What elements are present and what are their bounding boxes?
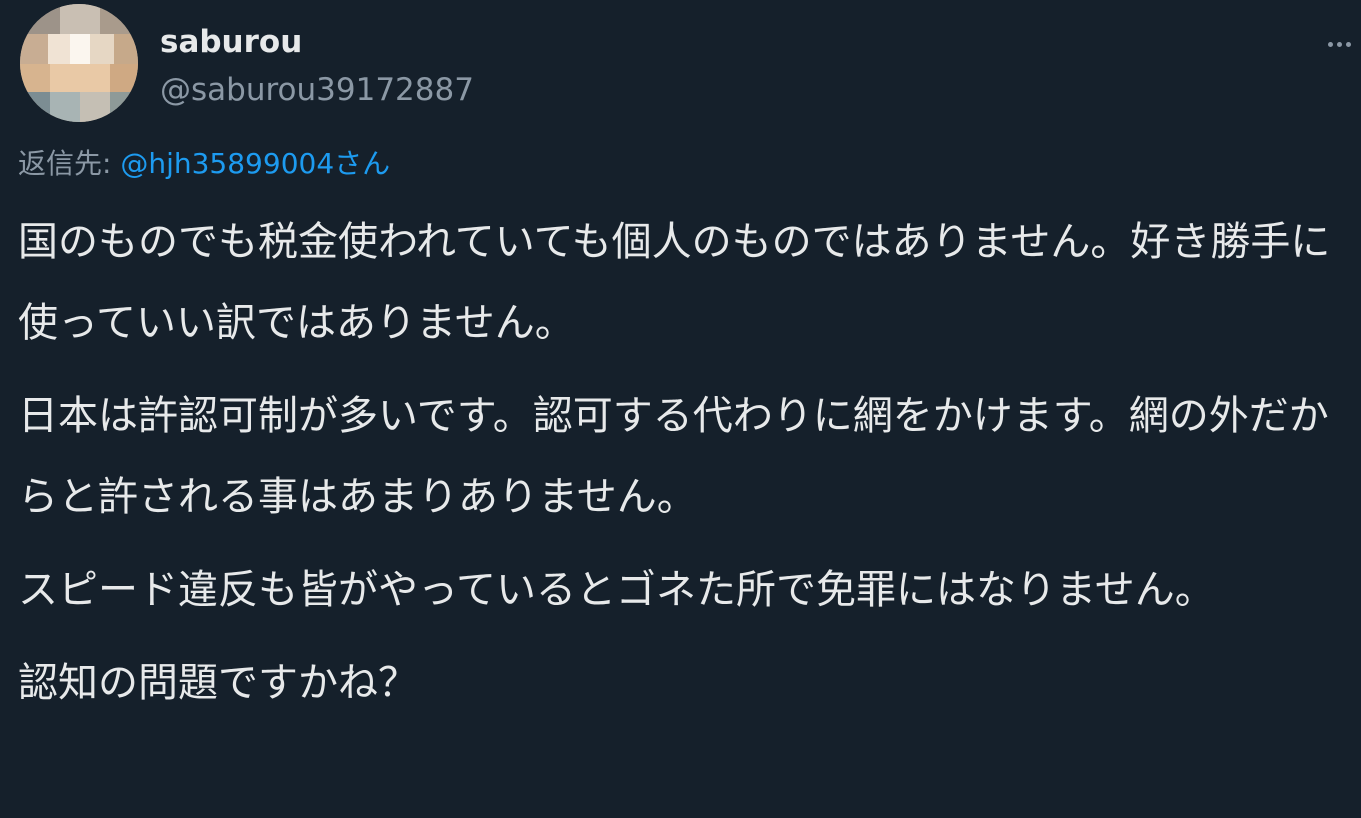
- post-paragraph: 国のものでも税金使われていても個人のものではありません。好き勝手に使っていい訳で…: [18, 219, 1331, 346]
- post-text: 国のものでも税金使われていても個人のものではありません。好き勝手に使っていい訳で…: [18, 202, 1348, 736]
- ellipsis-dot: [1327, 41, 1333, 47]
- ellipsis-icon[interactable]: [1318, 28, 1360, 60]
- author-handle[interactable]: @saburou39172887: [160, 70, 474, 110]
- post: saburou @saburou39172887 返信先: @hjh358990…: [0, 0, 1361, 818]
- reply-target-link[interactable]: @hjh35899004さん: [120, 147, 390, 180]
- author-name[interactable]: saburou: [160, 22, 302, 62]
- reply-context: 返信先: @hjh35899004さん: [18, 145, 390, 183]
- reply-label: 返信先:: [18, 147, 121, 180]
- avatar[interactable]: [20, 4, 138, 122]
- post-paragraph: 認知の問題ですかね？: [18, 660, 418, 706]
- post-paragraph: 日本は許認可制が多いです。認可する代わりに網をかけます。網の外だからと許される事…: [18, 393, 1329, 520]
- ellipsis-dot: [1345, 41, 1351, 47]
- ellipsis-dot: [1336, 41, 1342, 47]
- post-paragraph: スピード違反も皆がやっているとゴネた所で免罪にはなりません。: [18, 567, 1215, 613]
